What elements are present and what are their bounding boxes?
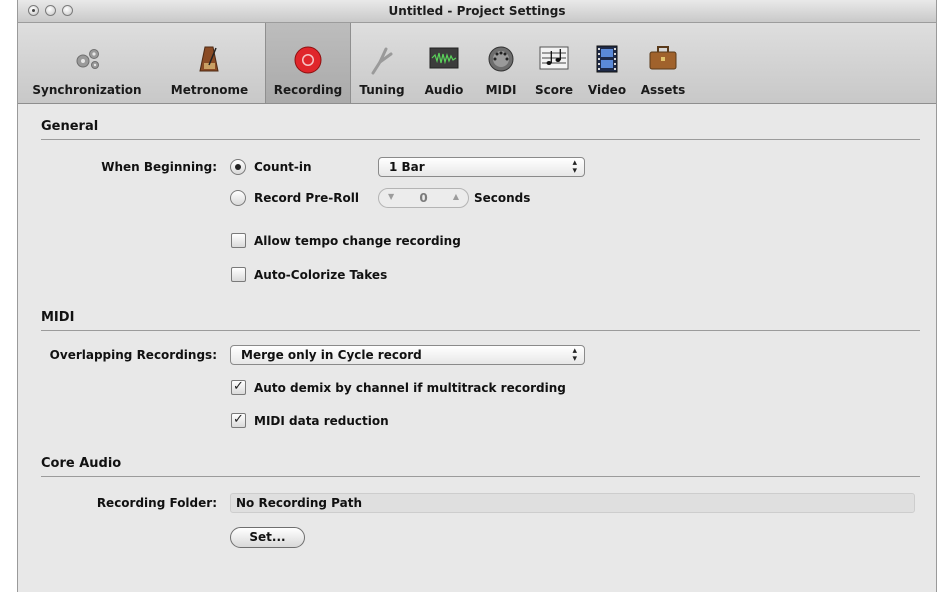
allow-tempo-label[interactable]: Allow tempo change recording bbox=[254, 234, 461, 248]
overlapping-recordings-value: Merge only in Cycle record bbox=[241, 348, 422, 362]
count-in-popup[interactable]: 1 Bar ▴ ▾ bbox=[378, 157, 585, 177]
core-audio-divider bbox=[41, 476, 920, 477]
tab-audio-label: Audio bbox=[424, 83, 464, 97]
tab-metronome-label: Metronome bbox=[170, 83, 249, 97]
popup-arrows-icon: ▴ ▾ bbox=[572, 346, 577, 364]
recording-folder-field: No Recording Path bbox=[230, 493, 915, 513]
title-bar[interactable]: Untitled - Project Settings bbox=[18, 0, 936, 23]
pre-roll-stepper[interactable]: ▼ 0 ▲ bbox=[378, 188, 469, 208]
gears-icon bbox=[72, 45, 102, 74]
pre-roll-unit: Seconds bbox=[474, 191, 531, 205]
tab-video[interactable]: Video bbox=[582, 23, 632, 103]
recording-folder-label: Recording Folder: bbox=[96, 496, 217, 510]
auto-colorize-checkbox[interactable] bbox=[231, 267, 246, 282]
settings-toolbar: Synchronization Metronome Recording Tuni… bbox=[18, 23, 936, 104]
record-icon bbox=[293, 45, 323, 78]
midi-divider bbox=[41, 330, 920, 331]
film-icon bbox=[594, 45, 620, 76]
tab-recording[interactable]: Recording bbox=[265, 23, 351, 103]
overlapping-recordings-label: Overlapping Recordings: bbox=[49, 348, 217, 362]
count-in-label[interactable]: Count-in bbox=[254, 160, 312, 174]
general-divider bbox=[41, 139, 920, 140]
tab-midi-label: MIDI bbox=[485, 83, 517, 97]
general-heading: General bbox=[41, 119, 99, 134]
tab-recording-label: Recording bbox=[273, 83, 343, 97]
record-pre-roll-label[interactable]: Record Pre-Roll bbox=[254, 191, 359, 205]
auto-demix-checkbox[interactable]: ✓ bbox=[231, 380, 246, 395]
tuning-fork-icon bbox=[369, 45, 395, 78]
briefcase-icon bbox=[648, 45, 678, 74]
tab-synchronization[interactable]: Synchronization bbox=[20, 23, 154, 103]
tab-score[interactable]: Score bbox=[527, 23, 581, 103]
midi-data-reduction-checkbox[interactable]: ✓ bbox=[231, 413, 246, 428]
midi-data-reduction-label[interactable]: MIDI data reduction bbox=[254, 414, 389, 428]
tab-metronome[interactable]: Metronome bbox=[155, 23, 264, 103]
tab-score-label: Score bbox=[534, 83, 574, 97]
score-notes-icon bbox=[539, 45, 569, 74]
when-beginning-label: When Beginning: bbox=[101, 160, 217, 174]
overlapping-recordings-popup[interactable]: Merge only in Cycle record ▴ ▾ bbox=[230, 345, 585, 365]
metronome-icon bbox=[198, 45, 221, 76]
popup-arrows-icon: ▴ ▾ bbox=[572, 158, 577, 176]
tab-assets-label: Assets bbox=[640, 83, 686, 97]
set-recording-folder-button[interactable]: Set... bbox=[230, 527, 305, 548]
tab-tuning-label: Tuning bbox=[359, 83, 405, 97]
project-settings-window: Untitled - Project Settings Synchronizat… bbox=[17, 0, 937, 592]
auto-demix-label[interactable]: Auto demix by channel if multitrack reco… bbox=[254, 381, 566, 395]
tab-midi[interactable]: MIDI bbox=[476, 23, 526, 103]
count-in-value: 1 Bar bbox=[389, 160, 425, 174]
tab-assets[interactable]: Assets bbox=[633, 23, 693, 103]
audio-waveform-icon bbox=[429, 45, 459, 74]
tab-video-label: Video bbox=[587, 83, 627, 97]
midi-heading: MIDI bbox=[41, 310, 75, 325]
tab-tuning[interactable]: Tuning bbox=[352, 23, 412, 103]
allow-tempo-checkbox[interactable] bbox=[231, 233, 246, 248]
auto-colorize-label[interactable]: Auto-Colorize Takes bbox=[254, 268, 387, 282]
stepper-up-icon[interactable]: ▲ bbox=[453, 192, 459, 201]
record-pre-roll-radio[interactable] bbox=[230, 190, 246, 206]
tab-audio[interactable]: Audio bbox=[413, 23, 475, 103]
tab-synchronization-label: Synchronization bbox=[32, 83, 142, 97]
window-title: Untitled - Project Settings bbox=[388, 4, 566, 18]
midi-connector-icon bbox=[487, 45, 515, 76]
core-audio-heading: Core Audio bbox=[41, 456, 122, 471]
count-in-radio[interactable] bbox=[230, 159, 246, 175]
